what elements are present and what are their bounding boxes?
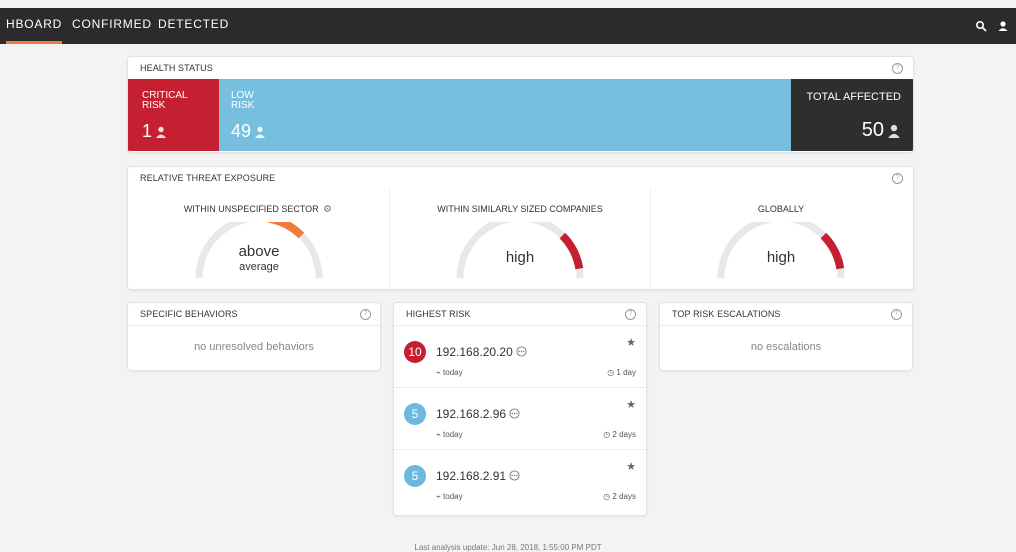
person-icon [888, 124, 900, 138]
critical-risk-count: 1 [142, 121, 153, 141]
low-risk-count-wrap[interactable]: 49 [231, 121, 266, 142]
gauge-size-value: high [505, 249, 535, 266]
more-icon[interactable] [509, 408, 520, 419]
specific-behaviors-empty: no unresolved behaviors [194, 341, 314, 353]
activity-wrap: ⌁ today [436, 368, 463, 377]
search-icon[interactable] [975, 20, 987, 32]
total-affected-count-wrap: 50 [862, 119, 901, 142]
critical-risk-label-2: RISK [142, 100, 166, 111]
activity-wrap: ⌁ today [436, 492, 463, 501]
help-icon[interactable]: ? [360, 309, 371, 320]
risk-when: today [443, 368, 463, 377]
gauge-sector-value: above [238, 243, 280, 260]
specific-behaviors-title: SPECIFIC BEHAVIORS [140, 309, 238, 319]
top-risk-escalations-empty: no escalations [750, 341, 822, 353]
threat-exposure-title: RELATIVE THREAT EXPOSURE [140, 173, 276, 183]
highest-risk-title: HIGHEST RISK [406, 309, 471, 319]
gauge-sector-value-2: average [239, 261, 279, 273]
activity-icon: ⌁ [436, 430, 444, 439]
gauge-sector-label: WITHIN UNSPECIFIED SECTOR [183, 204, 319, 214]
person-icon [156, 127, 167, 139]
health-status-bar: CRITICAL RISK 1 LOW RISK 49 TOTAL AFFECT… [128, 79, 913, 151]
risk-ip-wrap: 192.168.2.96 [436, 407, 520, 421]
threat-exposure-card: RELATIVE THREAT EXPOSURE ? WITHIN UNSPEC… [127, 166, 914, 290]
specific-behaviors-card: SPECIFIC BEHAVIORS ? no unresolved behav… [127, 302, 381, 371]
health-status-title: HEALTH STATUS [140, 63, 213, 73]
highest-risk-card: HIGHEST RISK ? 10 192.168.20.20 ★ ⌁ toda… [393, 302, 647, 516]
risk-when: today [443, 492, 463, 501]
gauge-level-arc [267, 222, 305, 239]
low-risk-count: 49 [231, 121, 252, 141]
risk-list-item[interactable]: 5 192.168.2.91 ★ ⌁ today ◷ 2 days [394, 449, 646, 512]
risk-age: 2 days [612, 430, 636, 439]
risk-ip[interactable]: 192.168.20.20 [436, 345, 513, 359]
help-icon[interactable]: ? [625, 309, 636, 320]
star-icon[interactable]: ★ [626, 398, 636, 411]
risk-ip-wrap: 192.168.20.20 [436, 345, 527, 359]
critical-risk-segment[interactable]: CRITICAL RISK 1 [128, 79, 219, 151]
risk-list-item[interactable]: 10 192.168.20.20 ★ ⌁ today ◷ 1 day [394, 325, 646, 388]
risk-list-item[interactable]: 5 192.168.2.96 ★ ⌁ today ◷ 2 days [394, 387, 646, 450]
risk-score-badge: 5 [404, 403, 426, 425]
risk-ip[interactable]: 192.168.2.91 [436, 469, 506, 483]
gear-icon[interactable] [323, 204, 332, 213]
more-icon[interactable] [516, 346, 527, 357]
low-risk-label-2: RISK [231, 100, 255, 111]
help-icon[interactable]: ? [891, 309, 902, 320]
risk-ip[interactable]: 192.168.2.96 [436, 407, 506, 421]
activity-icon: ⌁ [436, 368, 444, 377]
more-icon[interactable] [509, 470, 520, 481]
age-wrap: ◷ 1 day [607, 368, 636, 377]
age-wrap: ◷ 2 days [603, 430, 636, 439]
top-nav-bar: HBOARD CONFIRMED DETECTED [0, 8, 1016, 44]
gauge-size-label: WITHIN SIMILARLY SIZED COMPANIES [437, 204, 603, 214]
divider [128, 325, 380, 326]
risk-score-badge: 5 [404, 465, 426, 487]
gauge-global-value: high [766, 249, 796, 266]
star-icon[interactable]: ★ [626, 336, 636, 349]
total-affected-count: 50 [861, 119, 884, 141]
risk-score-badge: 10 [404, 341, 426, 363]
gauge-global-label: GLOBALLY [757, 204, 805, 214]
tab-dashboard[interactable]: HBOARD [6, 8, 62, 44]
top-risk-escalations-card: TOP RISK ESCALATIONS ? no escalations [659, 302, 913, 371]
last-analysis-update: Last analysis update: Jun 28, 2018, 1:55… [414, 543, 602, 552]
health-status-card: HEALTH STATUS ? CRITICAL RISK 1 LOW RISK… [127, 56, 914, 153]
star-icon[interactable]: ★ [626, 460, 636, 473]
top-risk-escalations-title: TOP RISK ESCALATIONS [672, 309, 781, 319]
person-icon [255, 127, 266, 139]
risk-when: today [443, 430, 463, 439]
total-affected-label: TOTAL AFFECTED [806, 91, 901, 103]
activity-icon: ⌁ [436, 492, 444, 501]
risk-ip-wrap: 192.168.2.91 [436, 469, 520, 483]
critical-risk-count-wrap: 1 [142, 121, 167, 142]
risk-age: 2 days [612, 492, 636, 501]
total-affected-segment[interactable]: TOTAL AFFECTED 50 [791, 79, 913, 151]
gauge-sector-label-wrap: WITHIN UNSPECIFIED SECTOR [128, 204, 388, 214]
tab-detected[interactable]: DETECTED [158, 8, 229, 44]
help-icon[interactable]: ? [892, 173, 903, 184]
help-icon[interactable]: ? [892, 63, 903, 74]
user-icon[interactable] [997, 20, 1009, 32]
risk-age: 1 day [616, 368, 636, 377]
tab-confirmed[interactable]: CONFIRMED [72, 8, 152, 44]
divider [660, 325, 912, 326]
age-wrap: ◷ 2 days [603, 492, 636, 501]
activity-wrap: ⌁ today [436, 430, 463, 439]
